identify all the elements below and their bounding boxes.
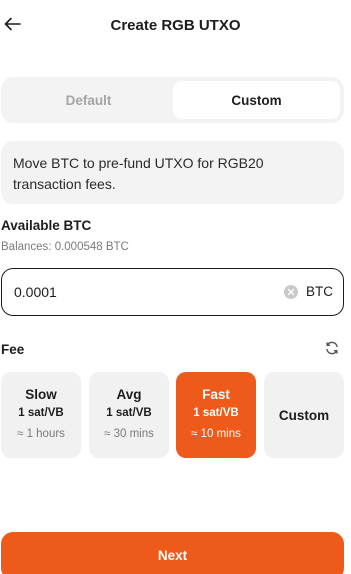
mode-toggle: Default Custom bbox=[1, 77, 344, 123]
fee-name: Custom bbox=[278, 407, 330, 423]
amount-field: BTC bbox=[1, 268, 344, 316]
amount-input[interactable] bbox=[14, 281, 264, 303]
fee-name: Avg bbox=[116, 387, 142, 402]
next-button[interactable]: Next bbox=[1, 532, 344, 574]
fee-rate: 1 sat/VB bbox=[106, 407, 152, 419]
fee-rate: 1 sat/VB bbox=[18, 407, 64, 419]
clear-icon[interactable] bbox=[284, 285, 298, 299]
fee-eta: ≈ 10 mins bbox=[191, 428, 241, 440]
available-btc-title: Available BTC bbox=[1, 218, 92, 233]
page-title: Create RGB UTXO bbox=[110, 17, 241, 34]
fee-option-custom[interactable]: Custom bbox=[264, 372, 344, 458]
fee-title: Fee bbox=[1, 342, 25, 357]
fee-eta: ≈ 30 mins bbox=[104, 428, 154, 440]
fee-name: Slow bbox=[25, 387, 57, 402]
tab-custom[interactable]: Custom bbox=[173, 81, 340, 119]
fee-rate: 1 sat/VB bbox=[193, 407, 239, 419]
amount-unit: BTC bbox=[306, 284, 333, 299]
refresh-icon[interactable] bbox=[324, 340, 340, 356]
header: Create RGB UTXO bbox=[0, 0, 351, 54]
fee-option-avg[interactable]: Avg 1 sat/VB ≈ 30 mins bbox=[89, 372, 169, 458]
info-message: Move BTC to pre-fund UTXO for RGB20 tran… bbox=[1, 141, 344, 204]
fee-eta: ≈ 1 hours bbox=[17, 428, 65, 440]
fee-option-fast[interactable]: Fast 1 sat/VB ≈ 10 mins bbox=[176, 372, 256, 458]
fee-name: Fast bbox=[202, 387, 230, 402]
balances-text: Balances: 0.000548 BTC bbox=[1, 241, 129, 253]
fee-option-slow[interactable]: Slow 1 sat/VB ≈ 1 hours bbox=[1, 372, 81, 458]
tab-default[interactable]: Default bbox=[5, 81, 172, 119]
